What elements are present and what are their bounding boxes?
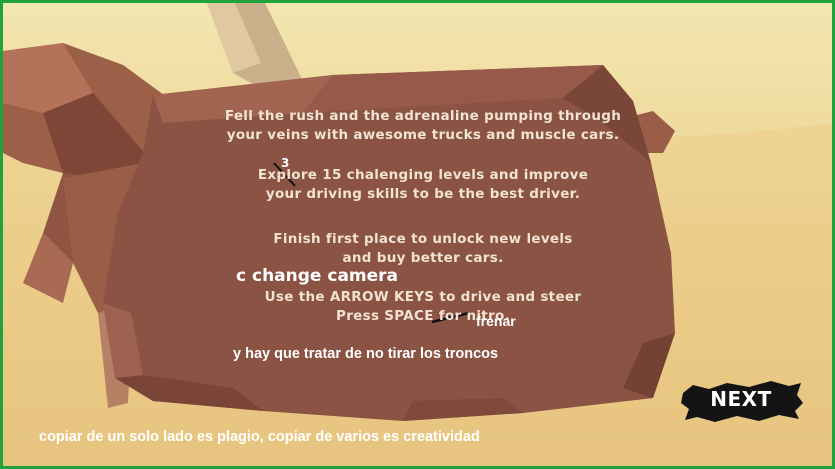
- footer-note: copiar de un solo lado es plagio, copiar…: [39, 429, 480, 445]
- controls-line-2: Press SPACE for nitro.: [336, 308, 510, 324]
- game-screen: Fell the rush and the adrenaline pumping…: [0, 0, 835, 469]
- explore-line-2: your driving skills to be the best drive…: [265, 186, 581, 202]
- camera-hint: c change camera: [236, 266, 399, 286]
- unlock-line-1: Finish first place to unlock new levels: [273, 231, 573, 247]
- explore-line-1: Explore 15 chalenging levels and improve: [257, 167, 589, 183]
- unlock-line-2: and buy better cars.: [342, 250, 504, 266]
- next-button[interactable]: NEXT: [679, 375, 803, 425]
- level-count-correction: 3: [281, 156, 290, 170]
- logs-hint: y hay que tratar de no tirar los troncos: [233, 346, 499, 362]
- intro-line-2: your veins with awesome trucks and muscl…: [226, 127, 620, 143]
- brake-hint: frenar: [476, 313, 516, 329]
- controls-line-1: Use the ARROW KEYS to drive and steer: [264, 289, 582, 305]
- intro-line-1: Fell the rush and the adrenaline pumping…: [224, 108, 622, 124]
- next-button-label: NEXT: [710, 387, 772, 411]
